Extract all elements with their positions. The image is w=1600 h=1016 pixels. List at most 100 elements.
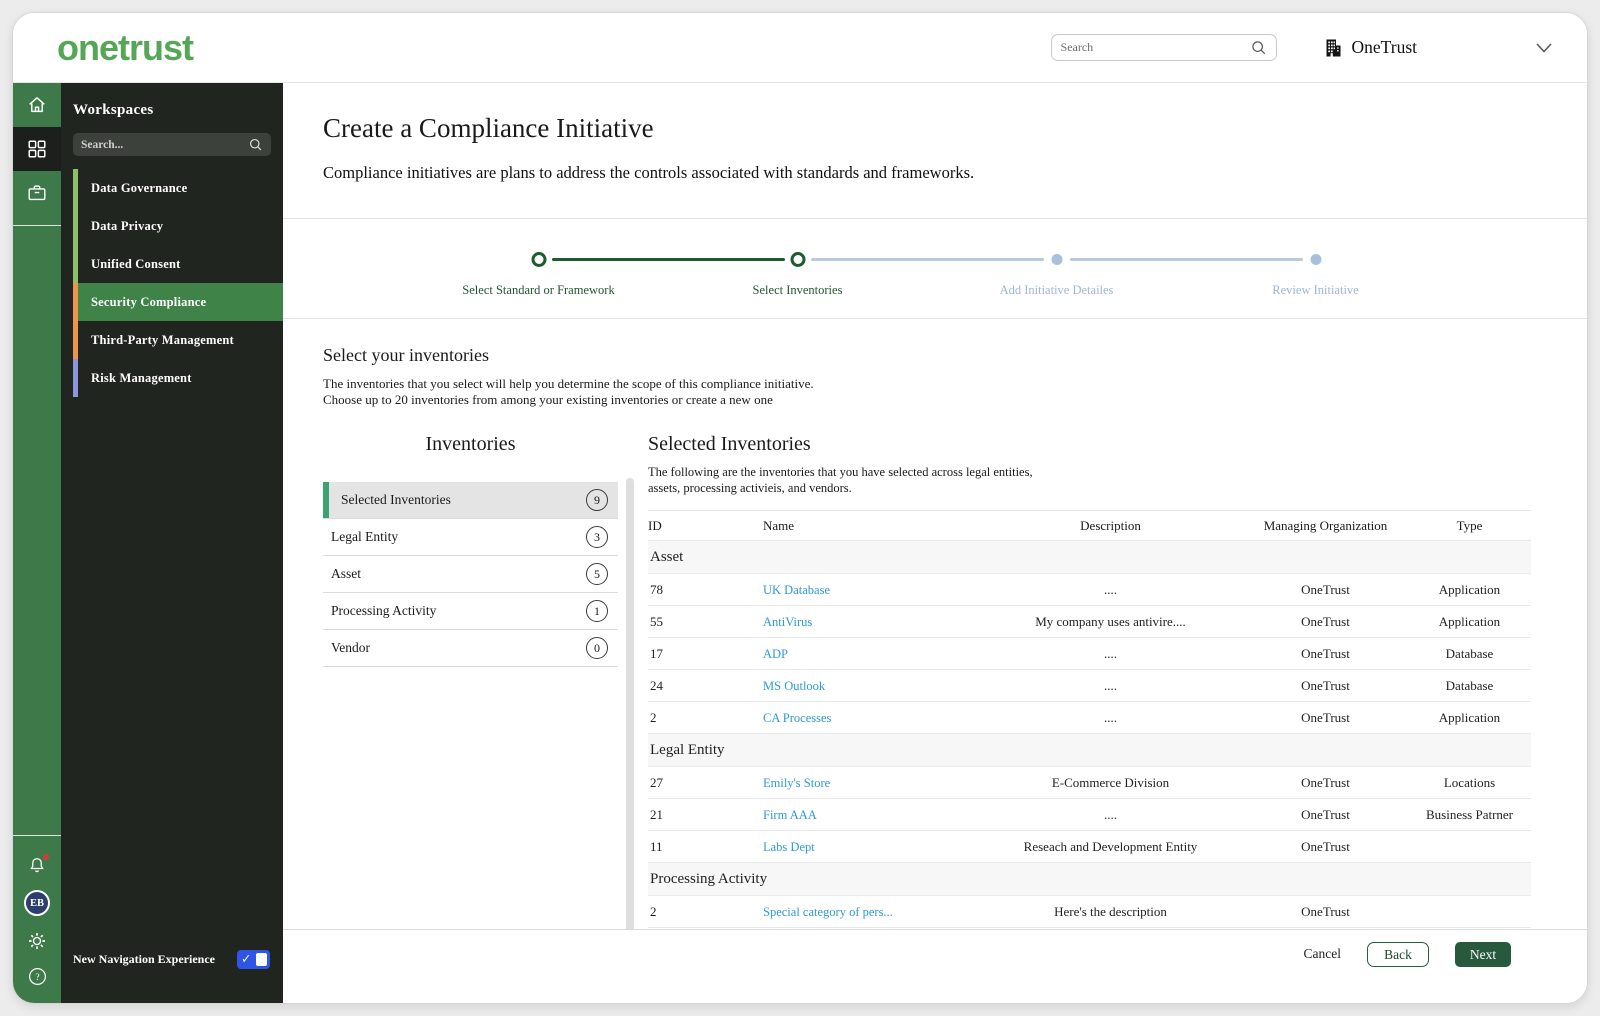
inventory-filter-vendor[interactable]: Vendor 0 — [323, 630, 618, 667]
settings-button[interactable] — [27, 931, 47, 951]
cancel-button[interactable]: Cancel — [1304, 942, 1341, 962]
avatar[interactable]: EB — [24, 890, 50, 916]
group-row-label: Asset — [648, 540, 1531, 574]
stepper-line — [551, 258, 785, 261]
count-badge: 9 — [586, 489, 608, 511]
workspace-color-bar — [73, 359, 78, 397]
stepper-line — [1069, 258, 1303, 261]
table-row: 27 Emily's Store E-Commerce Division OneTru… — [648, 766, 1531, 799]
inventory-filter-legal-entity[interactable]: Legal Entity 3 — [323, 519, 618, 556]
svg-text:?: ? — [35, 972, 39, 983]
cell-managing-organization: OneTrust — [1243, 798, 1408, 831]
cell-managing-organization: OneTrust — [1243, 701, 1408, 734]
cell-name: Emily's Store — [763, 766, 978, 799]
wizard-footer: Cancel Back Next — [283, 929, 1587, 1003]
cell-description: Here's the description — [978, 895, 1243, 928]
workspace-item-third-party-management[interactable]: Third-Party Management — [73, 321, 283, 359]
inventory-link-firm-aaa[interactable]: Firm AAA — [763, 808, 817, 822]
briefcase-icon — [26, 182, 48, 204]
inventory-link-antivirus[interactable]: AntiVirus — [763, 615, 812, 629]
column-header-name: Name — [763, 510, 978, 541]
workspaces-search[interactable] — [73, 133, 271, 156]
page-title: Create a Compliance Initiative — [323, 113, 654, 143]
inventories-list: Selected Inventories 9 Legal Entity 3 Asset 5… — [323, 482, 618, 667]
inventory-link-emily-s-store[interactable]: Emily's Store — [763, 776, 830, 790]
inventory-filter-processing-activity[interactable]: Processing Activity 1 — [323, 593, 618, 630]
new-nav-toggle[interactable]: ✓ — [237, 950, 270, 969]
cell-type: Application — [1408, 701, 1531, 734]
cell-id: 2 — [648, 895, 763, 928]
workspace-item-security-compliance[interactable]: Security Compliance — [73, 283, 283, 321]
workspace-item-risk-management[interactable]: Risk Management — [73, 359, 283, 397]
rail-divider — [13, 225, 61, 226]
cell-description: My company uses antivire.... — [978, 605, 1243, 638]
column-header-id: ID — [648, 510, 763, 541]
projects-nav-button[interactable] — [13, 171, 61, 215]
table-row: 55 AntiVirus My company uses antivire.... O… — [648, 605, 1531, 638]
table-body: Asset 78 UK Database.... OneTrust Applicatio… — [648, 540, 1531, 928]
inventory-link-adp[interactable]: ADP — [763, 647, 788, 661]
selected-inventories-description: The following are the inventories that y… — [648, 465, 1033, 495]
check-icon: ✓ — [241, 951, 252, 967]
cell-type — [1408, 895, 1531, 928]
workspace-color-bar — [73, 245, 78, 283]
inventory-filter-selected-inventories[interactable]: Selected Inventories 9 — [323, 482, 618, 519]
chevron-down-icon[interactable] — [1535, 42, 1553, 54]
inventory-link-ms-outlook[interactable]: MS Outlook — [763, 679, 825, 693]
cell-id: 11 — [648, 830, 763, 863]
column-header-type: Type — [1408, 510, 1531, 541]
workspace-item-data-governance[interactable]: Data Governance — [73, 169, 283, 207]
toggle-knob — [256, 953, 267, 966]
workspace-color-bar — [73, 283, 78, 321]
table-row: 17 ADP.... OneTrust Database — [648, 637, 1531, 670]
inventory-link-labs-dept[interactable]: Labs Dept — [763, 840, 815, 854]
cell-id: 24 — [648, 669, 763, 702]
cell-name: MS Outlook — [763, 669, 978, 702]
rail-bottom-divider — [13, 835, 61, 836]
cell-id: 27 — [648, 766, 763, 799]
next-button[interactable]: Next — [1455, 942, 1511, 967]
inventory-filter-label: Processing Activity — [331, 603, 437, 618]
inventory-link-uk-database[interactable]: UK Database — [763, 583, 830, 597]
onetrust-logo: onetrust — [57, 26, 194, 68]
step-dot-add-initiative-detailes — [1051, 254, 1062, 265]
org-selector[interactable]: OneTrust — [1323, 37, 1417, 58]
cell-id: 78 — [648, 573, 763, 606]
global-search-input[interactable] — [1060, 40, 1250, 55]
group-row-legal-entity: Legal Entity — [648, 733, 1531, 767]
cell-managing-organization: OneTrust — [1243, 766, 1408, 799]
workspace-color-bar — [73, 169, 78, 207]
help-button[interactable]: ? — [27, 966, 48, 987]
column-header-description: Description — [978, 510, 1243, 541]
cell-name: Special category of pers... — [763, 895, 978, 928]
icon-rail: EB ? — [13, 83, 61, 1003]
table-row: 24 MS Outlook.... OneTrust Database — [648, 669, 1531, 702]
inventory-link-special-category-of-pers[interactable]: Special category of pers... — [763, 905, 893, 919]
step-dot-select-inventories — [790, 252, 805, 267]
workspace-item-data-privacy[interactable]: Data Privacy — [73, 207, 283, 245]
column-header-managing-organization: Managing Organization — [1243, 510, 1408, 541]
cell-managing-organization: OneTrust — [1243, 637, 1408, 670]
inventory-filter-asset[interactable]: Asset 5 — [323, 556, 618, 593]
workspaces-nav-button[interactable] — [13, 127, 61, 171]
step-label-review-initiative: Review Initiative — [1272, 283, 1359, 297]
global-search[interactable] — [1050, 34, 1277, 61]
workspace-color-bar — [73, 321, 78, 359]
table-scrollbar[interactable] — [626, 478, 634, 943]
home-nav-button[interactable] — [13, 83, 61, 127]
inventory-filter-label: Legal Entity — [331, 529, 399, 544]
back-button[interactable]: Back — [1367, 942, 1429, 967]
notifications-button[interactable] — [27, 854, 49, 875]
group-row-processing-activity: Processing Activity — [648, 862, 1531, 896]
search-icon — [1250, 39, 1267, 56]
inventory-link-ca-processes[interactable]: CA Processes — [763, 711, 831, 725]
workspace-item-label: Unified Consent — [91, 256, 181, 271]
cell-type: Application — [1408, 605, 1531, 638]
inventory-filter-label: Asset — [331, 566, 361, 581]
page-subtitle: Compliance initiatives are plans to addr… — [323, 163, 975, 182]
workspace-item-unified-consent[interactable]: Unified Consent — [73, 245, 283, 283]
home-icon — [26, 94, 48, 116]
building-icon — [1323, 37, 1343, 58]
table-row: 11 Labs Dept Reseach and Development Entit… — [648, 830, 1531, 863]
workspaces-search-input[interactable] — [81, 138, 248, 151]
